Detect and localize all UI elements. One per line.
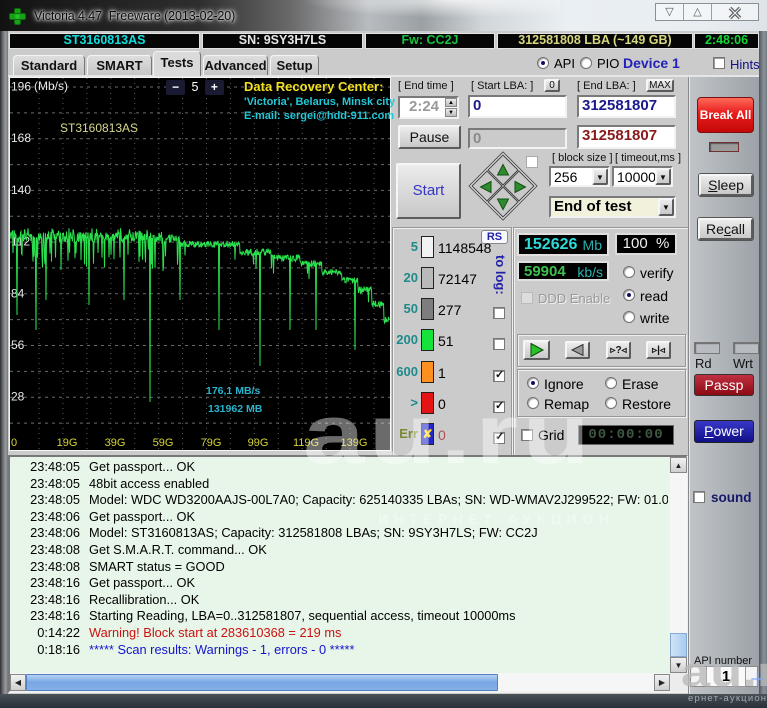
svg-text:59G: 59G xyxy=(153,437,174,449)
svg-text:(Mb/s): (Mb/s) xyxy=(34,79,68,93)
svg-text:28: 28 xyxy=(11,390,25,404)
svg-text:168: 168 xyxy=(11,131,31,145)
svg-text:196: 196 xyxy=(11,80,31,94)
svg-text:140: 140 xyxy=(11,183,31,197)
svg-text:99G: 99G xyxy=(248,437,269,449)
svg-text:19G: 19G xyxy=(57,437,78,449)
svg-text:79G: 79G xyxy=(201,437,222,449)
svg-text:84: 84 xyxy=(11,286,25,300)
svg-text:39G: 39G xyxy=(105,437,126,449)
svg-text:0: 0 xyxy=(11,437,17,449)
svg-text:56: 56 xyxy=(11,338,25,352)
